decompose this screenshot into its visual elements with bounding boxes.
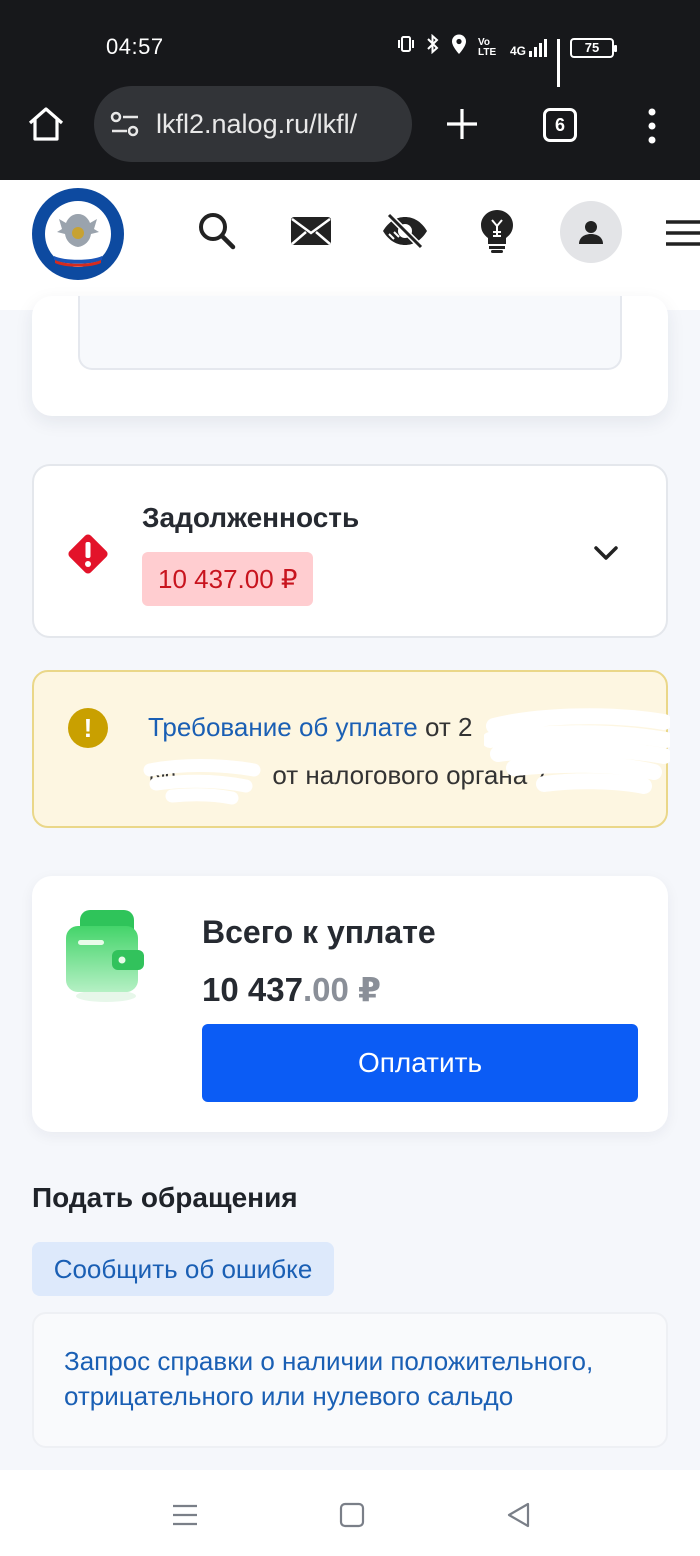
- report-error-button[interactable]: Сообщить об ошибке: [32, 1242, 334, 1296]
- balance-certificate-request-link[interactable]: Запрос справки о наличии положительного,…: [64, 1344, 644, 1414]
- pay-button[interactable]: Оплатить: [202, 1024, 638, 1102]
- notice-line-1: Требование об уплате от 2: [148, 712, 472, 743]
- fns-logo[interactable]: [30, 186, 126, 282]
- browser-chrome: 04:57 Vo LTE 4G 75 lkfl2.nalog.ru/lkfl/: [0, 0, 700, 180]
- url-bar[interactable]: lkfl2.nalog.ru/lkfl/: [94, 86, 412, 162]
- previous-card: [32, 296, 668, 416]
- more-menu-icon[interactable]: [642, 106, 662, 146]
- system-nav-bar: [0, 1470, 700, 1556]
- recents-menu-icon[interactable]: [170, 1500, 200, 1530]
- volte-icon: Vo LTE: [478, 36, 497, 58]
- new-tab-icon[interactable]: [444, 106, 480, 142]
- payment-demand-link[interactable]: Требование об уплате: [148, 712, 418, 742]
- vibrate-icon: [396, 34, 416, 61]
- battery-icon: 75: [570, 37, 618, 58]
- tab-switcher-button[interactable]: 6: [543, 108, 577, 142]
- debt-card[interactable]: Задолженность 10 437.00 ₽: [32, 464, 668, 638]
- home-square-icon[interactable]: [337, 1500, 367, 1530]
- notice-date-prefix: от 2: [417, 712, 473, 742]
- search-icon[interactable]: [192, 206, 242, 256]
- total-payment-amount: 10 437.00 ₽: [202, 970, 381, 1009]
- total-payment-card: Всего к уплате 10 437.00 ₽ Оплатить: [32, 876, 668, 1132]
- profile-button[interactable]: [560, 201, 622, 263]
- site-settings-icon[interactable]: [110, 111, 140, 137]
- balance-certificate-request-card[interactable]: Запрос справки о наличии положительного,…: [32, 1312, 668, 1448]
- network-type: 4G: [510, 43, 527, 58]
- low-vision-icon[interactable]: [380, 206, 430, 256]
- amount-decimal: .00 ₽: [302, 971, 381, 1008]
- total-payment-title: Всего к уплате: [202, 914, 436, 950]
- bluetooth-icon: [426, 33, 440, 61]
- home-icon[interactable]: [26, 104, 66, 144]
- back-triangle-icon[interactable]: [504, 1500, 534, 1530]
- status-icons: Vo LTE 4G 75: [396, 33, 618, 87]
- appeals-title: Подать обращения: [32, 1182, 298, 1213]
- redaction-scribble: [484, 708, 670, 794]
- previous-card-inner: [78, 296, 622, 370]
- warning-circle-icon: !: [68, 708, 108, 748]
- chevron-down-icon[interactable]: [590, 538, 622, 568]
- payment-demand-notice: ! Требование об уплате от 2 № от налогов…: [32, 670, 670, 828]
- menu-icon[interactable]: [664, 218, 700, 248]
- amount-integer: 10 437: [202, 971, 303, 1008]
- redaction-scribble: [143, 759, 261, 805]
- debt-amount-badge: 10 437.00 ₽: [142, 552, 314, 606]
- user-icon: [579, 221, 603, 244]
- url-text: lkfl2.nalog.ru/lkfl/: [156, 108, 358, 139]
- status-time: 04:57: [106, 34, 164, 59]
- debt-title: Задолженность: [142, 502, 360, 533]
- signal-icon: [557, 38, 561, 87]
- mail-icon[interactable]: [286, 206, 336, 256]
- lightbulb-icon[interactable]: [472, 206, 522, 256]
- location-icon: [450, 33, 468, 62]
- warning-diamond-icon: [68, 534, 108, 574]
- network-4g-icon: 4G: [510, 38, 548, 58]
- wallet-icon: [66, 910, 144, 1002]
